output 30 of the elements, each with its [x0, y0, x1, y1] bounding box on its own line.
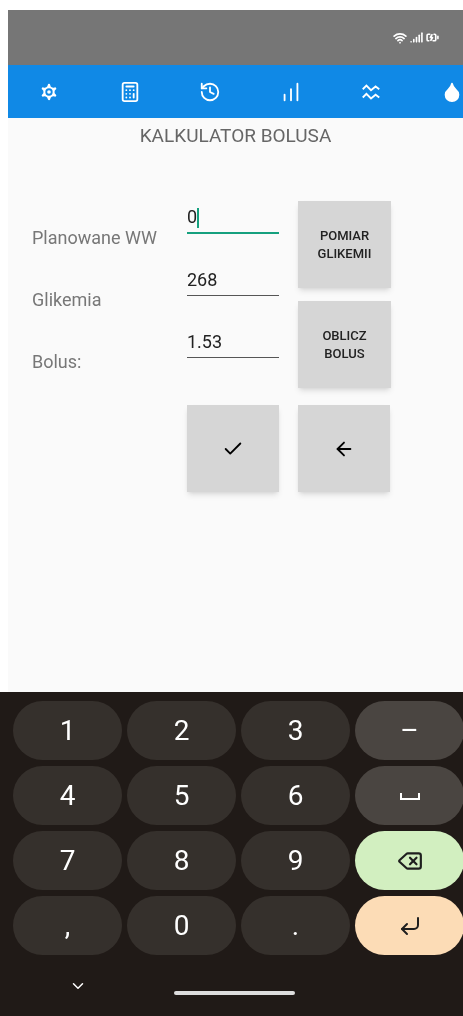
keyboard-key[interactable]: 2	[127, 701, 236, 760]
wifi-icon	[393, 30, 407, 45]
action-button[interactable]: POMIAR GLIKEMII	[298, 201, 391, 288]
settings-icon	[38, 80, 60, 103]
keyboard-key[interactable]: .	[241, 896, 350, 955]
action-button[interactable]: OBLICZ BOLUS	[298, 301, 391, 388]
keyboard-key[interactable]: 5	[127, 766, 236, 825]
signal-icon	[410, 31, 423, 44]
keyboard-key[interactable]	[355, 831, 463, 890]
input-field[interactable]: 268	[187, 266, 279, 296]
keyboard-key[interactable]: 1	[13, 701, 122, 760]
keyboard-key[interactable]: 4	[13, 766, 122, 825]
keyboard-key[interactable]: 8	[127, 831, 236, 890]
keyboard-key[interactable]: –	[355, 701, 463, 760]
keyboard-key[interactable]: 9	[241, 831, 350, 890]
battery-icon	[426, 31, 439, 44]
input-field[interactable]: 0	[187, 204, 279, 234]
screen-title: KALKULATOR BOLUSA	[138, 124, 333, 148]
keyboard-key[interactable]: 3	[241, 701, 350, 760]
input-field[interactable]: 1.53	[187, 328, 279, 358]
space-icon	[399, 791, 420, 800]
keyboard-key[interactable]: ,	[13, 896, 122, 955]
field-label: Bolus:	[32, 349, 82, 374]
keyboard-key[interactable]: 7	[13, 831, 122, 890]
keyboard-key[interactable]	[355, 896, 463, 955]
field-label: Glikemia	[32, 287, 102, 312]
field-label: Planowane WW	[32, 225, 157, 250]
history-icon	[199, 80, 222, 103]
keyboard-key[interactable]: 6	[241, 766, 350, 825]
keyboard-key[interactable]: 0	[127, 896, 236, 955]
